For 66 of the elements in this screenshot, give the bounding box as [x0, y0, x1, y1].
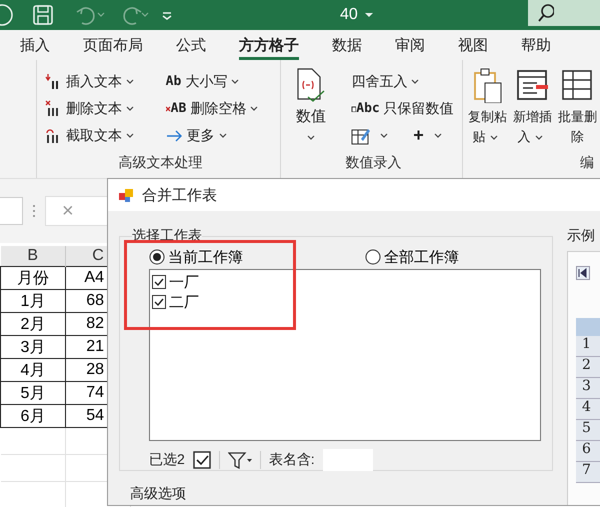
selected-count: 已选2: [149, 451, 185, 469]
sheet-item[interactable]: 二厂: [152, 292, 199, 312]
ribbon-button[interactable]: AB 删除空格: [166, 100, 276, 118]
search-field[interactable]: [528, 0, 600, 26]
section-label: 高级选项: [130, 485, 186, 503]
sheet-item[interactable]: 一厂: [152, 272, 199, 292]
table-cell: 6月: [0, 404, 66, 428]
ribbon-button[interactable]: 数值: [289, 66, 333, 150]
save-icon[interactable]: [32, 3, 54, 27]
preview-label: 示例: [567, 227, 596, 245]
ribbon-button[interactable]: Abc 只保留数值: [351, 100, 458, 118]
table-cell: 5月: [0, 382, 66, 404]
row-number: 7: [576, 462, 600, 483]
group-label: 高级文本处理: [118, 154, 204, 172]
ribbon-button[interactable]: 删除文本: [45, 100, 152, 118]
table-cell: 月份: [0, 266, 66, 290]
group-label: 数值录入: [344, 154, 402, 172]
search-icon: [538, 3, 554, 23]
row-number: 6: [576, 441, 600, 462]
letters-icon: Ab: [166, 74, 182, 89]
row-number: 5: [576, 420, 600, 441]
first-page-icon[interactable]: [576, 266, 590, 280]
ribbon-button[interactable]: 四舍五入: [351, 72, 458, 90]
table-cell: 3月: [0, 336, 66, 358]
radio-option[interactable]: 当前工作簿: [149, 248, 243, 266]
radio-option[interactable]: 全部工作簿: [365, 248, 459, 266]
table-cell: 1月: [0, 290, 66, 312]
filter-field[interactable]: [322, 449, 373, 471]
checkbox[interactable]: [152, 275, 166, 289]
row-number: 2: [576, 357, 600, 378]
ribbon-tab[interactable]: 公式: [176, 30, 206, 60]
ribbon-icon: [45, 100, 61, 118]
app-icon: [118, 187, 134, 203]
select-all-checkbox[interactable]: [192, 451, 211, 469]
table-cell: 4月: [0, 358, 66, 382]
ribbon-button[interactable]: 复制粘贴: [468, 66, 507, 150]
ribbon-button[interactable]: 插入文本: [45, 72, 152, 90]
ribbon-tab[interactable]: 数据: [332, 30, 362, 60]
ribbon-tab[interactable]: 审阅: [395, 30, 425, 60]
ribbon-button[interactable]: 新增插入: [513, 66, 552, 150]
toggle-icon[interactable]: [0, 3, 14, 27]
checkbox[interactable]: [152, 295, 166, 309]
font-size-value: 40: [340, 6, 358, 24]
ribbon-tab[interactable]: 页面布局: [83, 30, 143, 60]
add-button[interactable]: +: [413, 125, 447, 146]
row-number: 1: [576, 336, 600, 357]
table-cell: 2月: [0, 312, 66, 336]
ribbon-button[interactable]: 截取文本: [45, 126, 152, 144]
ribbon-icon: [45, 72, 61, 90]
caret-icon[interactable]: [364, 11, 374, 19]
ribbon-button[interactable]: 批量删除: [558, 66, 597, 150]
ribbon-button[interactable]: 更多: [166, 126, 276, 144]
ribbon-tab[interactable]: 帮助: [521, 30, 551, 60]
drag-handle-icon[interactable]: [31, 203, 37, 219]
ribbon-icon: [45, 126, 61, 144]
dialog-title: 合并工作表: [142, 186, 217, 204]
group-label: 编: [580, 154, 595, 172]
row-number: 4: [576, 399, 600, 420]
filter-icon[interactable]: [228, 451, 252, 469]
ribbon-button[interactable]: Ab 大小写: [166, 72, 276, 90]
ribbon-tab[interactable]: 插入: [20, 30, 50, 60]
column-header: B: [0, 246, 66, 266]
table-edit-icon: [351, 126, 372, 144]
ribbon-tab[interactable]: 视图: [458, 30, 488, 60]
row-number: 3: [576, 378, 600, 399]
filter-label: 表名含:: [268, 451, 315, 469]
